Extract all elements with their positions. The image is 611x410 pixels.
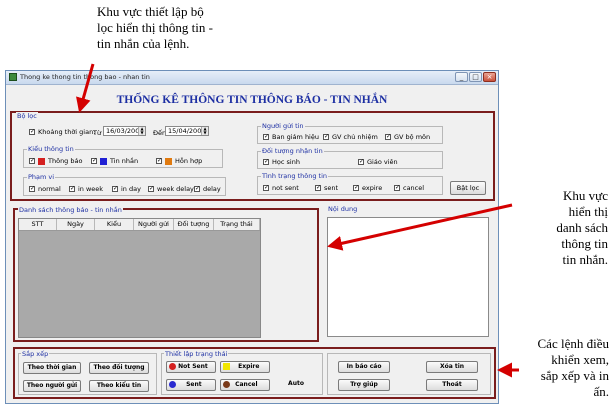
arrow-to-filter <box>76 63 95 113</box>
annotation-arrows <box>76 63 519 378</box>
arrow-to-list <box>327 203 513 251</box>
